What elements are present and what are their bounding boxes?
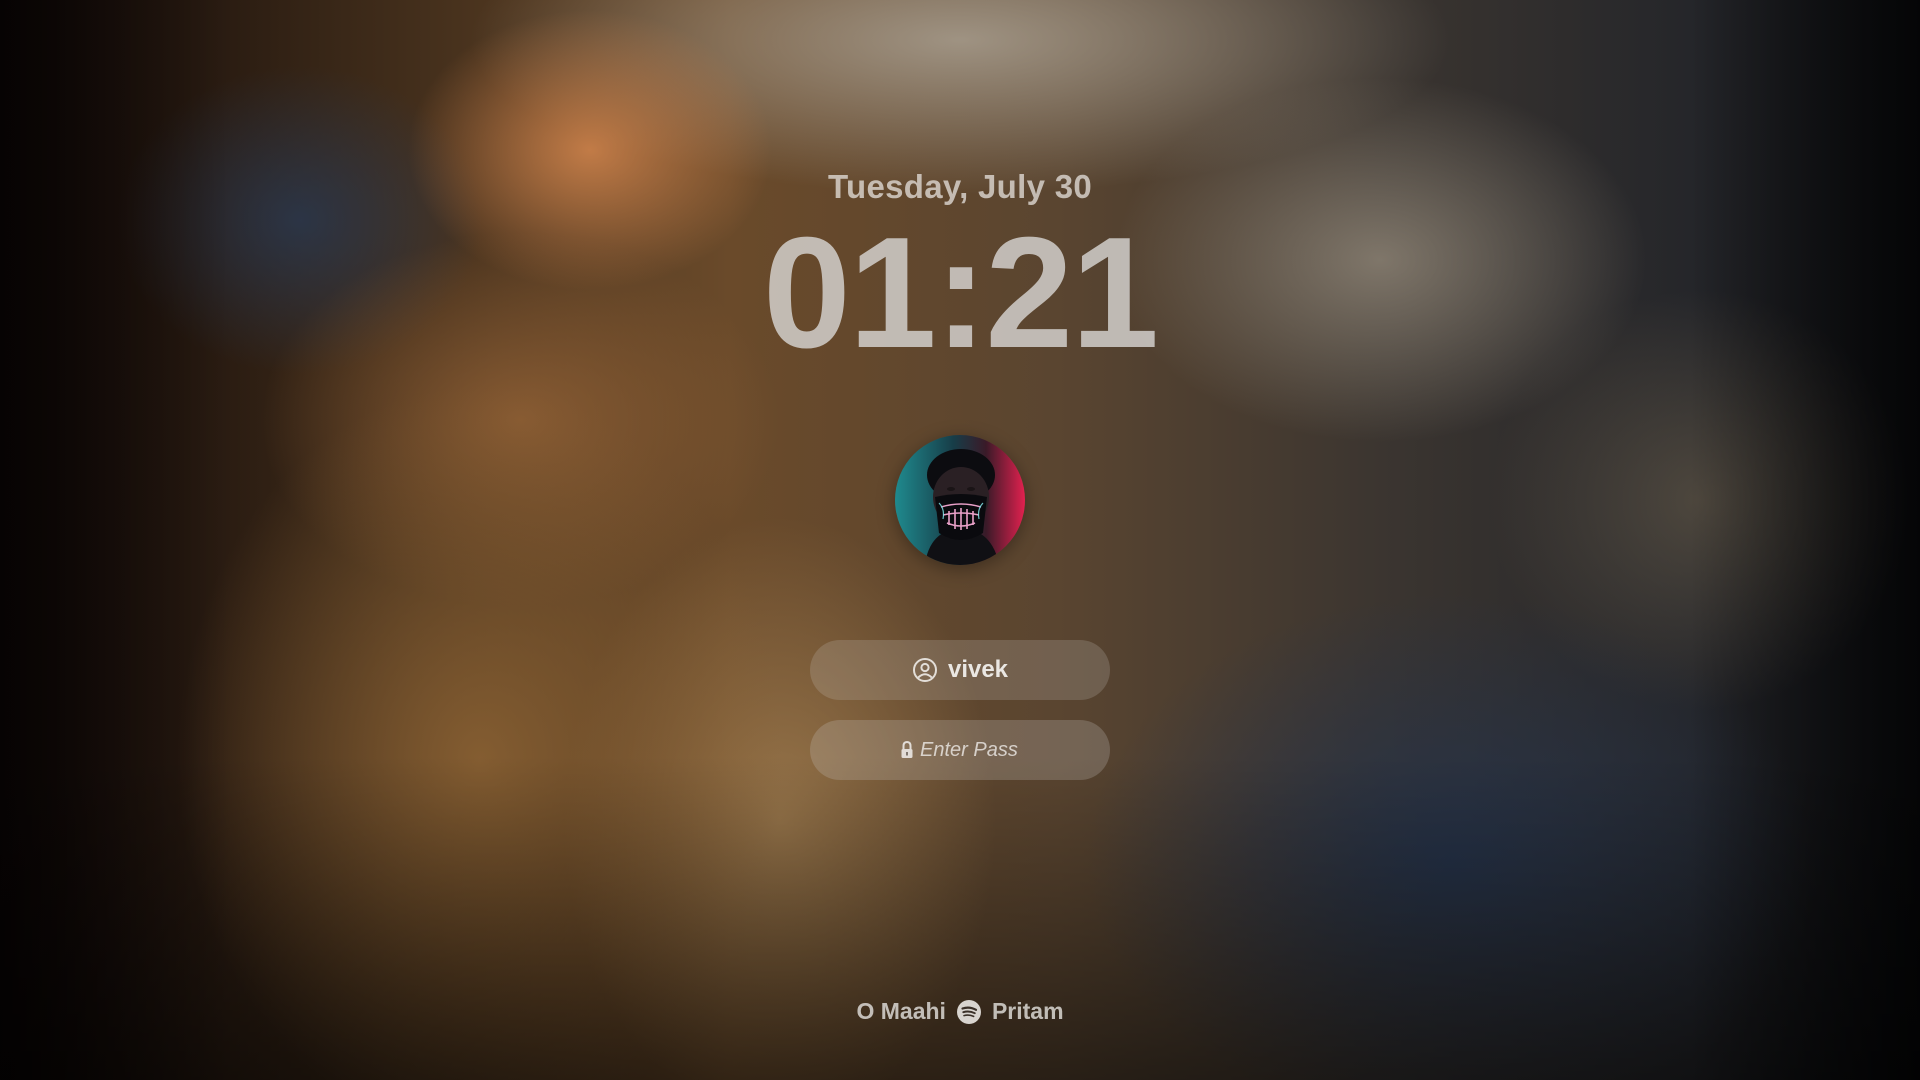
lock-icon (901, 740, 913, 758)
lock-screen-date: Tuesday, July 30 (827, 168, 1093, 205)
user-avatar[interactable] (895, 435, 1025, 565)
now-playing-track: O Maahi (856, 998, 946, 1024)
spotify-icon (956, 999, 981, 1024)
user-name: vivek (947, 656, 1009, 683)
now-playing[interactable]: O Maahi Pritam (0, 998, 1920, 1025)
password-input[interactable] (920, 738, 1020, 762)
lock-screen-clock: 01:21 (762, 205, 1159, 381)
password-field[interactable] (810, 720, 1110, 780)
now-playing-artist: Pritam (991, 998, 1064, 1024)
user-selector[interactable]: vivek (810, 640, 1110, 700)
avatar-image (895, 435, 1025, 565)
user-circle-icon (912, 658, 937, 682)
